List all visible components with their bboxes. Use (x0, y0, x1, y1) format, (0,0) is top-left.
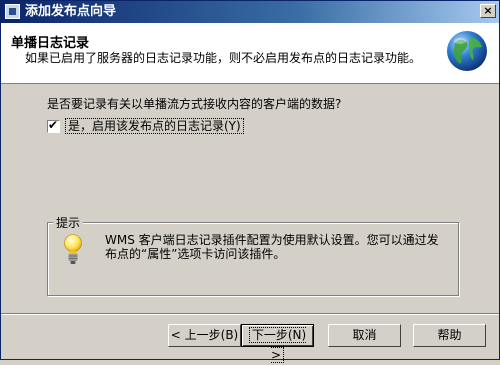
lightbulb-icon (64, 234, 82, 264)
next-button[interactable]: 下一步(N) > (241, 324, 314, 363)
tip-text: WMS 客户端日志记录插件配置为使用默认设置。您可以通过发布点的“属性”选项卡访… (105, 233, 439, 261)
back-button[interactable]: < 上一步(B) (168, 324, 241, 347)
enable-logging-checkbox-row[interactable]: 是，启用该发布点的日志记录(Y) (47, 117, 244, 135)
button-separator (1, 313, 499, 315)
page-title: 单播日志记录 (11, 36, 90, 51)
enable-logging-label[interactable]: 是，启用该发布点的日志记录(Y) (65, 118, 244, 134)
tip-title: 提示 (53, 214, 84, 231)
globe-icon (447, 31, 487, 71)
page-description: 如果已启用了服务器的日志记录功能，则不必启用发布点的日志记录功能。 (25, 51, 422, 65)
next-button-label: 下一步(N) > (248, 327, 307, 363)
window-title: 添加发布点向导 (25, 4, 117, 19)
title-bar[interactable]: 添加发布点向导 × (1, 1, 499, 23)
app-icon (5, 4, 20, 19)
logging-question: 是否要记录有关以单播流方式接收内容的客户端的数据? (47, 97, 342, 111)
wizard-window: 添加发布点向导 × 单播日志记录 如果已启用了服务器的日志记录功能，则不必启用发… (0, 0, 500, 363)
cancel-button[interactable]: 取消 (328, 324, 401, 347)
close-button[interactable]: × (480, 4, 496, 18)
enable-logging-checkbox[interactable] (47, 118, 60, 133)
help-button[interactable]: 帮助 (413, 324, 486, 347)
wizard-header: 单播日志记录 如果已启用了服务器的日志记录功能，则不必启用发布点的日志记录功能。 (1, 23, 499, 84)
